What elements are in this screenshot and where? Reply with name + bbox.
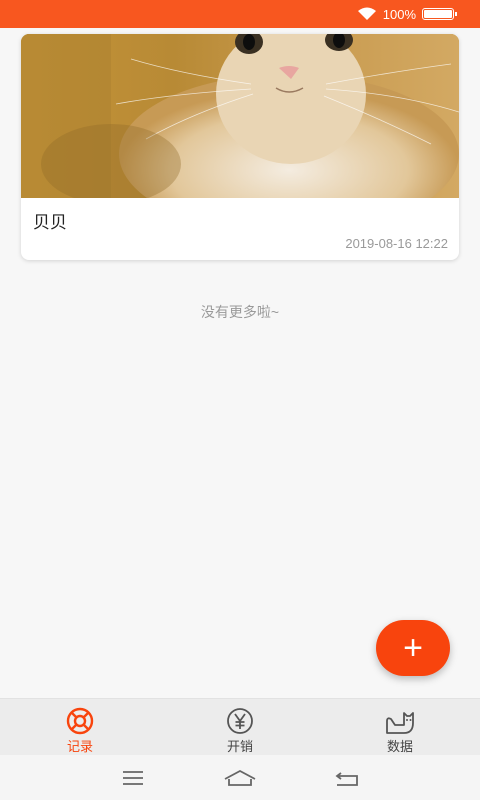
menu-icon[interactable] [115,767,151,789]
wifi-icon [357,7,376,20]
list-end-text: 没有更多啦~ [200,304,280,320]
system-nav-bar [0,755,480,800]
home-icon[interactable] [222,767,258,789]
tab-data[interactable]: 数据 [320,699,480,755]
cat-photo [21,34,459,198]
lifebuoy-icon [66,707,94,735]
battery-percentage: 100% [382,6,416,22]
battery-icon [422,8,457,20]
add-record-button[interactable]: + [376,620,450,676]
tab-records[interactable]: 记录 [0,699,160,755]
yen-icon [227,708,253,734]
record-time: 2019-08-16 12:22 [345,236,448,251]
plus-icon: + [403,629,423,667]
tab-label: 开销 [226,739,253,754]
bottom-tab-bar: 记录 开销 数据 [0,698,480,755]
record-card[interactable]: 贝贝 2019-08-16 12:22 [21,34,459,260]
tab-expenses[interactable]: 开销 [160,699,320,755]
cat-icon [386,712,414,734]
record-name: 贝贝 [33,213,67,232]
status-bar: 100% [0,0,480,28]
back-icon[interactable] [329,767,365,789]
tab-label: 记录 [66,739,93,754]
tab-label: 数据 [386,739,413,754]
